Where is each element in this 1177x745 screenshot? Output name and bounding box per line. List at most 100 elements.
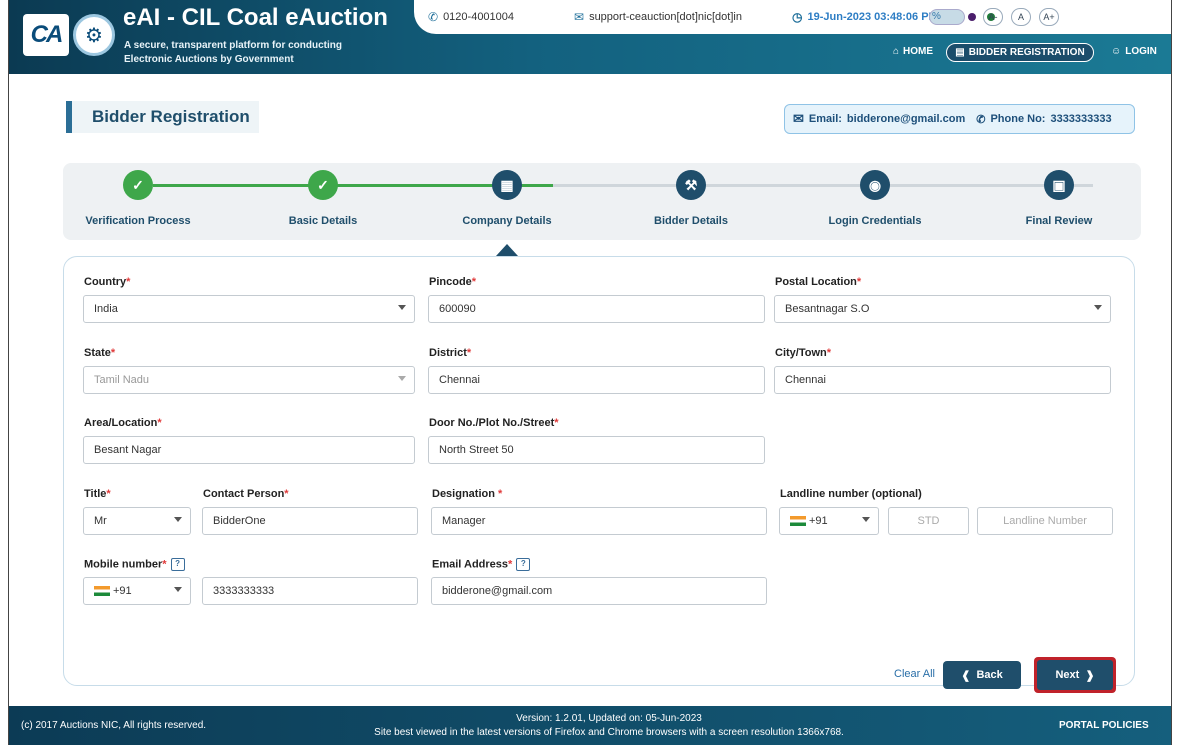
step-1-check-icon[interactable]: ✓ (123, 170, 153, 200)
email-input[interactable]: bidderone@gmail.com (431, 577, 767, 605)
current-step-pointer (496, 244, 518, 256)
mobile-country-code-select[interactable]: +91 (83, 577, 191, 605)
area-input[interactable]: Besant Nagar (83, 436, 415, 464)
mobile-number-input[interactable]: 3333333333 (202, 577, 418, 605)
support-phone: ✆ 0120-4001004 (428, 10, 514, 24)
designation-label: Designation * (432, 488, 503, 500)
door-input[interactable]: North Street 50 (428, 436, 765, 464)
font-normal-button[interactable]: A (1011, 8, 1031, 26)
contact-info-box: ✉ Email: bidderone@gmail.com ✆ Phone No:… (784, 104, 1135, 134)
back-button[interactable]: ❰ Back (943, 661, 1021, 689)
step-4-gavel-icon[interactable]: ⚒ (676, 170, 706, 200)
step-4-label: Bidder Details (654, 215, 728, 227)
district-input[interactable]: Chennai (428, 366, 765, 394)
landline-std-input[interactable]: STD (888, 507, 969, 535)
contrast-toggle[interactable]: % (929, 9, 965, 25)
state-label: State* (84, 347, 116, 359)
step-5-lock-icon[interactable]: ◉ (860, 170, 890, 200)
help-icon[interactable]: ? (516, 558, 531, 571)
next-button[interactable]: Next ❱ (1034, 657, 1116, 693)
step-2-label: Basic Details (288, 215, 358, 227)
mobile-label: Mobile number*? (84, 558, 185, 571)
step-1-label: Verification Process (85, 215, 191, 227)
postal-location-label: Postal Location* (775, 276, 862, 288)
clock-icon: ◷ (792, 10, 803, 24)
site-tagline-line1: A secure, transparent platform for condu… (124, 40, 342, 51)
contrast-icon: % (932, 11, 941, 22)
datetime-text: 19-Jun-2023 03:48:06 PM (807, 11, 938, 23)
chevron-down-icon (398, 376, 406, 381)
back-label: Back (976, 669, 1003, 681)
nav-login-label: LOGIN (1125, 46, 1157, 57)
id-card-icon: ▤ (955, 47, 965, 58)
step-2-check-icon[interactable]: ✓ (308, 170, 338, 200)
district-label: District* (429, 347, 472, 359)
nav-bidder-registration[interactable]: ▤ BIDDER REGISTRATION (946, 43, 1094, 62)
theme-purple-button[interactable] (967, 13, 976, 21)
nav-login[interactable]: ☺ LOGIN (1111, 46, 1157, 57)
mail-icon: ✉ (574, 10, 585, 24)
chevron-down-icon (398, 305, 406, 310)
font-increase-button[interactable]: A+ (1039, 8, 1059, 26)
chevron-down-icon (174, 517, 182, 522)
city-input[interactable]: Chennai (774, 366, 1111, 394)
contact-person-label: Contact Person* (203, 488, 289, 500)
top-info-bar: ✆ 0120-4001004 ✉ support-ceauction[dot]nic… (414, 0, 1171, 34)
contact-email-label: Email: (808, 113, 842, 125)
contact-email: bidderone@gmail.com (846, 113, 966, 125)
nav-home-label: HOME (903, 46, 934, 57)
support-email[interactable]: ✉ support-ceauction[dot]nic[dot]in (574, 10, 742, 24)
arrow-left-circle-icon: ❰ (961, 669, 971, 682)
font-decrease-button[interactable]: A- (983, 8, 1003, 26)
title-select[interactable]: Mr (83, 507, 191, 535)
home-icon: ⌂ (893, 46, 900, 57)
state-select: Tamil Nadu (83, 366, 415, 394)
site-header: CA ⚙ eAI - CIL Coal eAuction A secure, t… (9, 0, 1171, 74)
site-tagline-line2: Electronic Auctions by Government (124, 54, 294, 65)
country-select[interactable]: India (83, 295, 415, 323)
cil-logo[interactable]: CA (23, 14, 69, 56)
landline-label: Landline number (optional) (780, 488, 922, 500)
mail-icon: ✉ (793, 111, 804, 126)
nav-home[interactable]: ⌂ HOME (893, 46, 933, 57)
browser-note-text: Site best viewed in the latest versions … (374, 727, 844, 738)
pincode-input[interactable]: 600090 (428, 295, 765, 323)
email-label: Email Address*? (432, 558, 531, 571)
site-footer: (c) 2017 Auctions NIC, All rights reserv… (9, 706, 1171, 745)
site-title: eAI - CIL Coal eAuction (123, 4, 388, 31)
step-3-label: Company Details (462, 215, 552, 227)
door-label: Door No./Plot No./Street* (429, 417, 559, 429)
landline-country-code-select[interactable]: +91 (779, 507, 879, 535)
contact-person-input[interactable]: BidderOne (202, 507, 418, 535)
landline-number-input[interactable]: Landline Number (977, 507, 1113, 535)
designation-input[interactable]: Manager (431, 507, 767, 535)
step-3-building-icon[interactable]: ▦ (492, 170, 522, 200)
portal-policies-link[interactable]: PORTAL POLICIES (1059, 720, 1149, 731)
email-text: support-ceauction[dot]nic[dot]in (589, 11, 742, 23)
title-label: Title* (84, 488, 111, 500)
version-text: Version: 1.2.01, Updated on: 05-Jun-2023 (516, 713, 702, 724)
india-flag-icon (790, 516, 806, 527)
city-label: City/Town* (775, 347, 832, 359)
user-icon: ☺ (1111, 46, 1122, 57)
phone-text: 0120-4001004 (443, 11, 515, 23)
step-6-review-icon[interactable]: ▣ (1044, 170, 1074, 200)
phone-icon: ✆ (976, 113, 986, 126)
nav-bidder-registration-label: BIDDER REGISTRATION (968, 47, 1085, 58)
app-window: CA ⚙ eAI - CIL Coal eAuction A secure, t… (8, 0, 1172, 745)
help-icon[interactable]: ? (170, 558, 185, 571)
progress-line-pending (553, 184, 1093, 187)
postal-location-select[interactable]: Besantnagar S.O (774, 295, 1111, 323)
chevron-down-icon (862, 517, 870, 522)
next-button-inner: Next ❱ (1037, 660, 1113, 690)
country-label: Country* (84, 276, 131, 288)
step-5-label: Login Credentials (828, 215, 922, 227)
next-label: Next (1055, 669, 1080, 681)
clear-all-link[interactable]: Clear All (894, 668, 935, 680)
contact-phone: 3333333333 (1050, 113, 1112, 125)
registration-stepper: ✓ Verification Process ✓ Basic Details ▦… (63, 163, 1141, 240)
page-title: Bidder Registration (66, 101, 259, 133)
india-flag-icon (94, 586, 110, 597)
copyright-text: (c) 2017 Auctions NIC, All rights reserv… (21, 720, 207, 731)
government-emblem-icon: ⚙ (73, 14, 115, 56)
